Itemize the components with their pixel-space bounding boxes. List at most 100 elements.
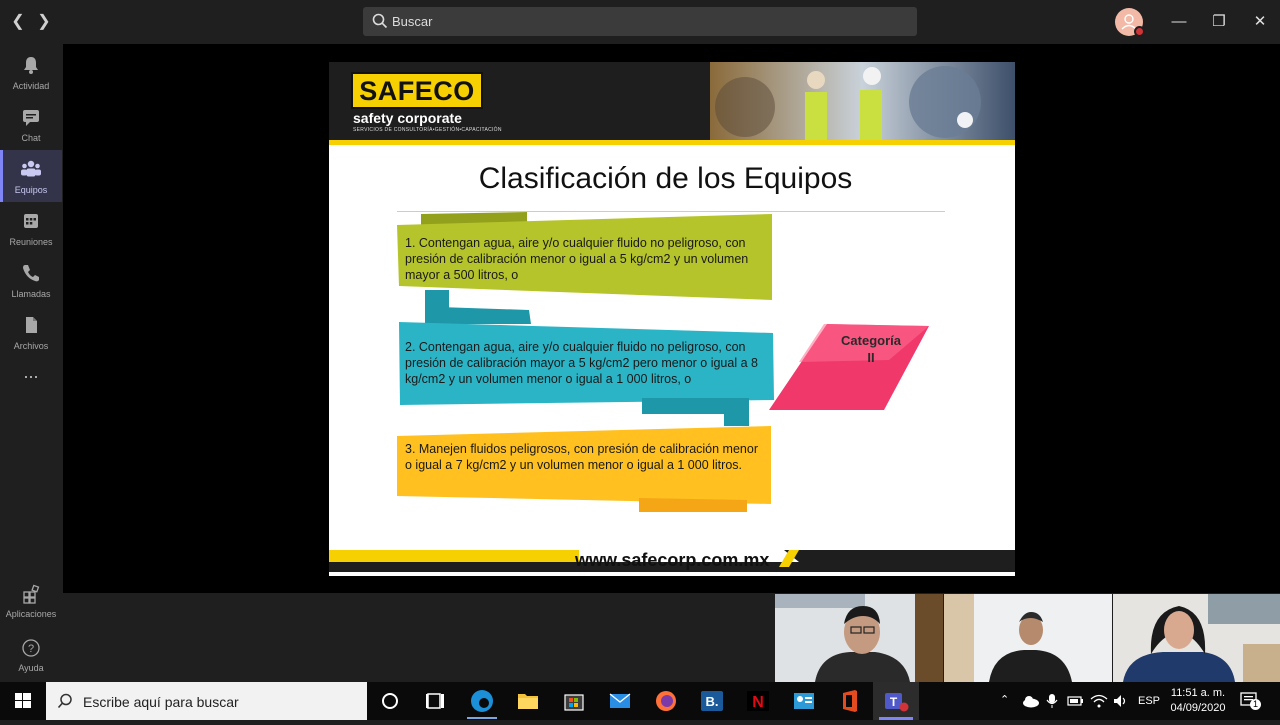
- rail-label: Equipos: [14, 185, 48, 195]
- task-view-icon: [426, 693, 444, 709]
- participant-video-2[interactable]: [944, 594, 1112, 682]
- rail-item-aplicaciones[interactable]: Aplicaciones: [0, 584, 62, 619]
- back-icon[interactable]: ❮: [8, 12, 28, 32]
- edge-icon: [467, 690, 497, 719]
- teams-icon: [21, 160, 41, 177]
- search-input[interactable]: Buscar: [363, 7, 917, 36]
- taskbar-search-placeholder: Escribe aquí para buscar: [83, 694, 239, 710]
- notification-center-button[interactable]: 1: [1238, 690, 1262, 712]
- help-icon: ?: [22, 639, 40, 657]
- taskbar-teams[interactable]: T: [873, 682, 919, 720]
- participant-avatar: [944, 594, 1112, 682]
- clock[interactable]: 11:51 a. m. 04/09/2020: [1170, 687, 1226, 714]
- windows-icon: [15, 693, 31, 708]
- category-label: Categoría II: [841, 333, 901, 365]
- taskbar-netflix[interactable]: N: [735, 682, 781, 720]
- classification-item-2: 2. Contengan agua, aire y/o cualquier fl…: [405, 340, 758, 386]
- folder-icon: [518, 694, 538, 709]
- microphone-icon[interactable]: [1046, 693, 1058, 709]
- mail-icon: [609, 693, 631, 708]
- chat-icon: [23, 110, 39, 126]
- maximize-icon[interactable]: ❐: [1208, 11, 1230, 33]
- shared-slide: SAFECO safety corporate SERVICIOS DE CON…: [329, 62, 1015, 576]
- cortana-icon: [382, 693, 398, 709]
- battery-icon[interactable]: [1066, 694, 1084, 708]
- close-icon[interactable]: ✕: [1249, 11, 1271, 33]
- rail-label: Llamadas: [11, 289, 51, 299]
- rail-item-archivos[interactable]: Archivos: [0, 306, 62, 358]
- svg-text:B.: B.: [706, 694, 719, 709]
- b-app-icon: B.: [701, 691, 723, 711]
- phone-icon: [23, 265, 39, 282]
- search-icon: [57, 693, 72, 709]
- taskbar-file-explorer[interactable]: [505, 682, 551, 720]
- rail-item-reuniones[interactable]: Reuniones: [0, 202, 62, 254]
- classification-item-3: 3. Manejen fluidos peligrosos, con presi…: [405, 442, 758, 472]
- rail-label: Aplicaciones: [5, 609, 57, 619]
- rail-label: Ayuda: [18, 663, 44, 673]
- taskbar-mail[interactable]: [597, 682, 643, 720]
- ribbon-fold: [439, 307, 531, 324]
- date-text: 04/09/2020: [1170, 702, 1226, 714]
- svg-text:N: N: [752, 694, 764, 711]
- title-bar: ❮ ❯ Buscar — ❐ ✕: [0, 0, 1280, 44]
- cortana-button[interactable]: [367, 682, 413, 720]
- file-icon: [26, 317, 37, 333]
- search-icon: [372, 13, 388, 29]
- participant-avatar: [775, 594, 943, 682]
- participant-video-1[interactable]: [775, 594, 943, 682]
- apps-icon: [23, 584, 40, 604]
- netflix-icon: N: [747, 691, 769, 711]
- ribbon-graphics: [329, 212, 1015, 572]
- taskbar-edge[interactable]: [459, 682, 505, 720]
- rail-label: Chat: [21, 133, 41, 143]
- participant-avatar: [1113, 594, 1280, 682]
- bell-icon: [24, 57, 38, 74]
- taskbar-office[interactable]: [827, 682, 873, 720]
- footer-url: www.safecorp.com.mx: [575, 550, 770, 570]
- participant-video-3[interactable]: [1113, 594, 1280, 682]
- teams-app-icon: T: [879, 693, 913, 720]
- svg-text:?: ?: [28, 643, 34, 655]
- ribbon-fold: [642, 398, 749, 426]
- taskbar-contacts[interactable]: [781, 682, 827, 720]
- taskbar-store[interactable]: [551, 682, 597, 720]
- search-placeholder: Buscar: [392, 14, 433, 29]
- rail-label: Actividad: [12, 81, 50, 91]
- volume-icon[interactable]: [1112, 693, 1128, 709]
- calendar-icon: [24, 214, 38, 228]
- contacts-icon: [794, 693, 814, 709]
- classification-item-1: 1. Contengan agua, aire y/o cualquier fl…: [405, 236, 749, 282]
- status-badge: [1134, 26, 1145, 37]
- task-view-button[interactable]: [413, 682, 459, 720]
- tray-chevron-icon[interactable]: ⌃: [1000, 693, 1009, 706]
- rail-label: Archivos: [13, 341, 49, 351]
- taskbar-search[interactable]: Escribe aquí para buscar: [46, 682, 367, 720]
- minimize-icon[interactable]: —: [1168, 11, 1190, 33]
- rail-item-llamadas[interactable]: Llamadas: [0, 254, 62, 306]
- notification-badge: 1: [1250, 699, 1261, 710]
- forward-icon[interactable]: ❯: [34, 12, 54, 32]
- rail-item-chat[interactable]: Chat: [0, 98, 62, 150]
- more-icon: ...: [23, 362, 39, 382]
- taskbar-app-b[interactable]: B.: [689, 682, 735, 720]
- footer-band-right: [784, 550, 1015, 562]
- rail-item-actividad[interactable]: Actividad: [0, 46, 62, 98]
- taskbar-firefox[interactable]: [643, 682, 689, 720]
- rail-item-ayuda[interactable]: ? Ayuda: [0, 638, 62, 673]
- svg-text:T: T: [890, 695, 898, 709]
- more-apps-button[interactable]: ...: [0, 362, 62, 392]
- avatar[interactable]: [1115, 8, 1145, 37]
- office-icon: [843, 690, 857, 712]
- store-icon: [564, 694, 584, 711]
- rail-label: Reuniones: [9, 237, 53, 247]
- app-rail: Actividad Chat Equipos Reuniones Llamada…: [0, 44, 62, 682]
- start-button[interactable]: [0, 682, 46, 720]
- time-text: 11:51 a. m.: [1170, 687, 1226, 699]
- rail-item-equipos[interactable]: Equipos: [0, 150, 62, 202]
- wifi-icon[interactable]: [1090, 693, 1108, 709]
- ribbon-fold: [639, 498, 747, 512]
- onedrive-icon[interactable]: [1022, 694, 1040, 708]
- language-indicator[interactable]: ESP: [1138, 695, 1160, 707]
- firefox-icon: [656, 691, 676, 711]
